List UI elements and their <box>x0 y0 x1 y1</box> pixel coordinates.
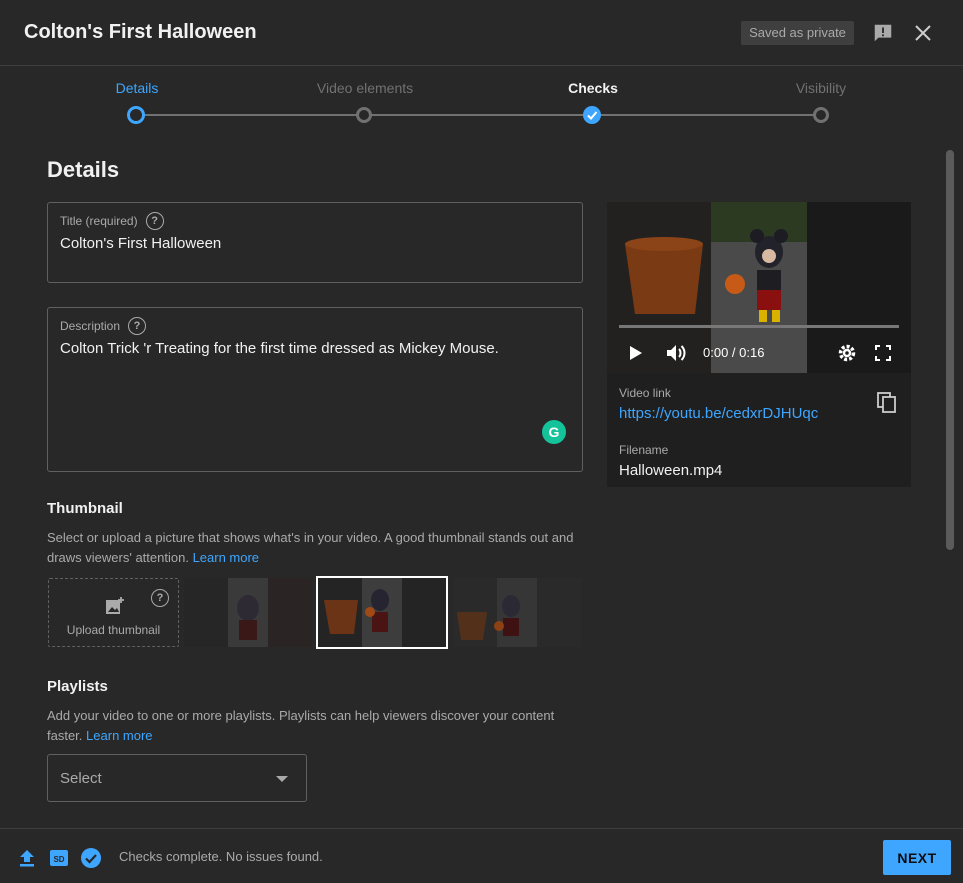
video-player[interactable]: 0:00 / 0:16 <box>607 202 911 373</box>
step-details[interactable]: Details <box>57 80 217 96</box>
video-link[interactable]: https://youtu.be/cedxrDJHUqc <box>619 405 818 422</box>
dialog-footer: SD Checks complete. No issues found. NEX… <box>0 828 963 883</box>
settings-gear-icon[interactable] <box>836 342 858 364</box>
next-button[interactable]: NEXT <box>883 840 951 875</box>
help-icon[interactable]: ? <box>145 212 164 230</box>
video-time: 0:00 / 0:16 <box>703 345 765 360</box>
dropdown-caret-icon <box>276 776 288 782</box>
filename-value: Halloween.mp4 <box>619 462 723 479</box>
video-progress-bar[interactable] <box>619 325 899 328</box>
thumbnail-option-2-selected[interactable] <box>316 576 448 649</box>
help-icon[interactable]: ? <box>151 589 169 607</box>
title-input[interactable]: Colton's First Halloween <box>60 235 221 252</box>
playlist-select-value: Select <box>60 770 102 787</box>
description-field-label: Description ? <box>60 317 147 335</box>
copy-icon[interactable] <box>875 390 899 414</box>
upload-icon[interactable] <box>16 847 38 869</box>
video-link-label: Video link <box>619 386 671 400</box>
help-icon[interactable]: ? <box>128 317 147 335</box>
dialog-header: Colton's First Halloween Saved as privat… <box>0 0 963 66</box>
thumbnail-learn-more-link[interactable]: Learn more <box>193 550 259 565</box>
add-photo-icon <box>106 597 124 614</box>
thumbnail-option-1[interactable] <box>184 578 312 647</box>
sd-quality-icon[interactable]: SD <box>48 847 70 869</box>
step-checks-done-icon[interactable] <box>583 106 601 124</box>
stepper-track <box>137 114 821 116</box>
fullscreen-icon[interactable] <box>872 342 894 364</box>
dialog-title: Colton's First Halloween <box>24 21 257 43</box>
checks-complete-icon[interactable] <box>80 847 102 869</box>
video-preview-card: 0:00 / 0:16 Video link https://youtu.be/… <box>607 202 911 487</box>
sd-badge-text: SD <box>53 855 64 864</box>
grammarly-icon[interactable]: G <box>542 420 566 444</box>
step-details-dot[interactable] <box>127 106 145 124</box>
volume-icon[interactable] <box>666 342 688 364</box>
close-icon[interactable] <box>910 20 936 46</box>
checks-status-text: Checks complete. No issues found. <box>119 849 323 864</box>
thumbnail-option-3[interactable] <box>453 578 581 647</box>
playlists-description: Add your video to one or more playlists.… <box>47 708 555 743</box>
title-field-label: Title (required) ? <box>60 212 164 230</box>
filename-label: Filename <box>619 443 669 457</box>
step-checks[interactable]: Checks <box>513 80 673 96</box>
playlists-learn-more-link[interactable]: Learn more <box>86 728 152 743</box>
step-video-elements-dot[interactable] <box>356 107 372 123</box>
thumbnail-heading: Thumbnail <box>47 500 123 517</box>
upload-thumbnail-label: Upload thumbnail <box>66 623 161 637</box>
thumbnail-description: Select or upload a picture that shows wh… <box>47 530 574 565</box>
step-visibility-dot[interactable] <box>813 107 829 123</box>
playlist-select[interactable]: Select <box>47 754 307 802</box>
step-visibility[interactable]: Visibility <box>741 80 901 96</box>
title-field[interactable]: Title (required) ? Colton's First Hallow… <box>47 202 583 283</box>
description-input[interactable]: Colton Trick 'r Treating for the first t… <box>60 340 499 357</box>
saved-status-badge: Saved as private <box>741 21 854 45</box>
scrollbar[interactable] <box>946 150 954 550</box>
description-field[interactable]: Description ? Colton Trick 'r Treating f… <box>47 307 583 472</box>
feedback-icon[interactable] <box>870 20 896 46</box>
playlists-heading: Playlists <box>47 678 108 695</box>
step-video-elements[interactable]: Video elements <box>285 80 445 96</box>
play-icon[interactable] <box>625 342 647 364</box>
upload-thumbnail-button[interactable]: ? Upload thumbnail <box>48 578 179 647</box>
section-title: Details <box>47 157 120 182</box>
